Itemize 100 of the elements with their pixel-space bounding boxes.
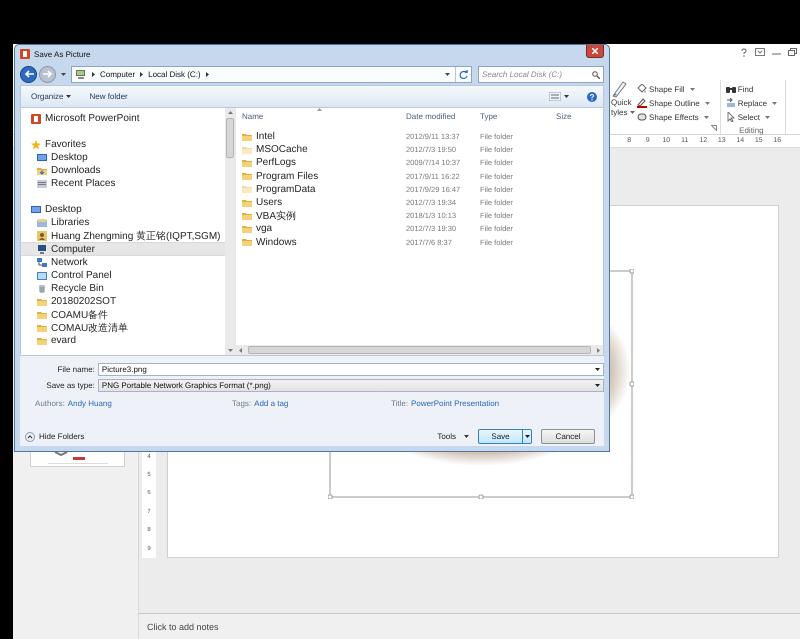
pen-icon [637, 98, 647, 108]
property-link[interactable]: Add a tag [254, 399, 288, 408]
nav-item[interactable]: COAMU备件 [21, 308, 225, 321]
brush-icon [611, 80, 627, 98]
toolbar-button[interactable]: New folder [89, 92, 128, 101]
file-name[interactable]: Intel [242, 131, 406, 142]
chevron-icon [92, 72, 95, 76]
binoculars-icon [726, 84, 736, 94]
file-name[interactable]: Users [242, 197, 406, 208]
caret-icon [564, 95, 569, 98]
nav-item[interactable]: COMAU改造清单 [21, 321, 225, 334]
hide-folders-button[interactable]: Hide Folders [25, 432, 84, 442]
nav-item[interactable]: Desktop [21, 203, 225, 216]
dialog-button[interactable]: Cancel [541, 429, 595, 444]
replace-icon [726, 98, 736, 108]
nav-item[interactable]: Microsoft PowerPoint [21, 112, 225, 125]
ribbon-command[interactable]: Replace [726, 96, 778, 110]
collapse-icon [25, 432, 35, 442]
restore-icon [788, 48, 797, 56]
caret-icon [66, 95, 72, 98]
breadcrumb-item[interactable]: Local Disk (C:) [148, 70, 201, 78]
ribbon-command[interactable]: Shape Outline [637, 96, 710, 110]
quick-styles-button[interactable]: Quick tyles [611, 80, 635, 134]
star-icon [31, 140, 41, 150]
caret-icon [524, 435, 530, 438]
scroll-thumb[interactable] [248, 346, 591, 354]
column-header[interactable]: Name [242, 112, 406, 120]
scroll-thumb[interactable] [226, 118, 234, 158]
field-label: Title: [391, 399, 408, 408]
bin-icon [37, 284, 47, 294]
ribbon-command[interactable]: Shape Effects [637, 110, 710, 124]
filename-field[interactable]: Picture3.png [98, 362, 604, 376]
view-icon [549, 92, 561, 101]
caret-icon [690, 88, 695, 90]
refresh-icon [459, 70, 468, 78]
help-icon [740, 48, 748, 57]
file-name[interactable]: vga [242, 223, 406, 234]
caret-icon [772, 102, 778, 104]
column-header[interactable]: Type [480, 112, 556, 120]
toolbar-button[interactable]: Organize [31, 92, 72, 101]
ribbon-command[interactable]: Find [726, 82, 754, 96]
caret-icon [595, 384, 600, 386]
address-bar[interactable]: Computer Local Disk (C:) [71, 66, 472, 82]
property-link[interactable]: PowerPoint Presentation [411, 399, 500, 408]
nav-item[interactable]: 20180202SOT [21, 295, 225, 308]
caret-icon [445, 72, 450, 76]
dialog-button[interactable]: Save [478, 429, 532, 444]
view-button[interactable] [549, 92, 569, 101]
monitor-icon [37, 244, 47, 254]
scrollbar[interactable] [236, 345, 603, 355]
forward-arrow-icon [42, 70, 52, 78]
file-name[interactable]: VBA实例 [242, 208, 406, 223]
nav-item[interactable]: Control Panel [21, 269, 225, 282]
nav-item[interactable]: Libraries [21, 216, 225, 229]
person-icon [37, 230, 47, 240]
close-button[interactable] [586, 45, 604, 58]
nav-item[interactable]: evard [21, 334, 225, 347]
file-name[interactable]: ProgramData [242, 184, 406, 195]
nav-item[interactable]: Downloads [21, 164, 225, 177]
chevron-icon [206, 72, 209, 76]
type-dropdown[interactable]: PNG Portable Network Graphics Format (*.png) [98, 378, 604, 392]
column-header[interactable]: Size [556, 112, 572, 120]
tools-button[interactable]: Tools [437, 432, 469, 441]
file-name[interactable]: MSOCache [242, 144, 406, 156]
ribbon-display-icon [755, 48, 765, 56]
nav-item[interactable]: Network [21, 256, 225, 269]
nav-item[interactable]: Favorites [21, 138, 225, 151]
nav-item[interactable]: Recent Places [21, 177, 225, 190]
ribbon-command[interactable]: Shape Fill [637, 82, 710, 96]
pointer-icon [726, 112, 736, 122]
nav-item[interactable]: Recycle Bin [21, 282, 225, 295]
notes-field[interactable]: Click to add notes [139, 613, 800, 639]
nav-item[interactable]: Desktop [21, 151, 225, 164]
search-field[interactable]: Search Local Disk (C:) [478, 66, 604, 82]
help-button[interactable] [587, 92, 597, 102]
chevron-icon [140, 72, 144, 76]
scroll-up-icon [228, 111, 232, 114]
breadcrumb-item[interactable]: Computer [100, 70, 136, 78]
dialog-launcher-icon [710, 125, 717, 131]
scrollbar[interactable] [225, 108, 235, 355]
library-icon [37, 218, 47, 228]
back-button[interactable] [20, 66, 37, 82]
refresh-button[interactable] [455, 66, 471, 82]
computer-icon [75, 69, 87, 79]
caret-icon [595, 368, 600, 370]
field-label: Tags: [232, 399, 252, 408]
group-label: Editing [739, 126, 764, 135]
column-header[interactable]: Date modified [406, 112, 480, 120]
monitor-icon [37, 152, 47, 162]
field-label: Authors: [35, 399, 65, 408]
file-name[interactable]: PerfLogs [242, 157, 406, 168]
file-name[interactable]: Program Files [242, 170, 406, 182]
scroll-right-icon [597, 348, 600, 352]
file-name[interactable]: Windows [242, 236, 406, 248]
scroll-left-icon [239, 348, 242, 352]
property-link[interactable]: Andy Huang [68, 399, 112, 408]
nav-item[interactable]: Computer [21, 242, 225, 256]
nav-item[interactable]: Huang Zhengming 黄正铭(IQPT,SGM) [21, 229, 225, 242]
close-icon [592, 48, 598, 54]
ribbon-command[interactable]: Select [726, 110, 770, 124]
